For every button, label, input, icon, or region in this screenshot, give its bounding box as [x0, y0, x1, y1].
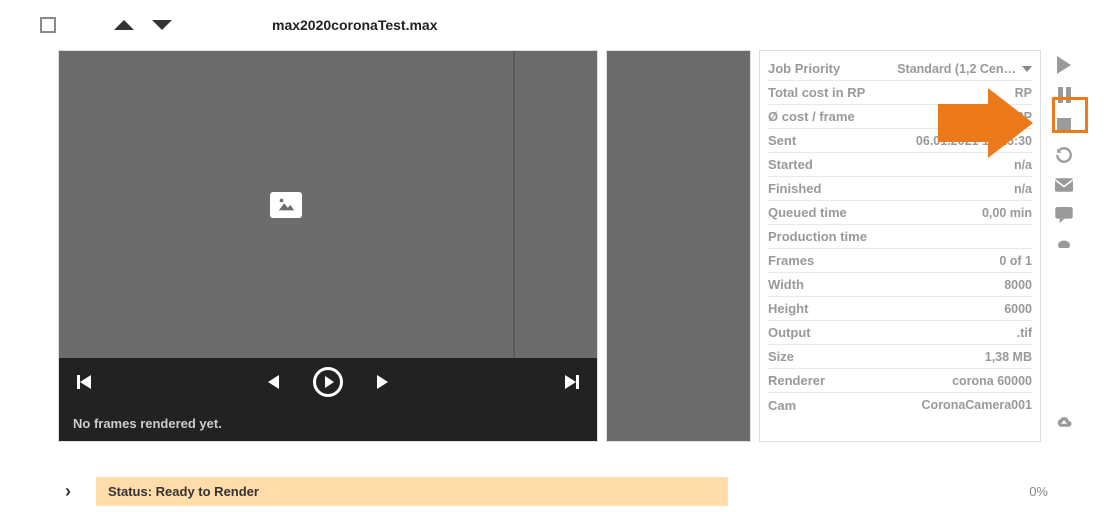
- preview-panel: No frames rendered yet.: [58, 50, 598, 442]
- info-row: Frames 0 of 1: [768, 249, 1032, 273]
- info-label: Height: [768, 301, 808, 316]
- info-row: Height 6000: [768, 297, 1032, 321]
- info-label: Renderer: [768, 373, 825, 388]
- secondary-preview-panel: [606, 50, 751, 442]
- info-row: Job Priority Standard (1,2 Cen…: [768, 57, 1032, 81]
- info-row: Width 8000: [768, 273, 1032, 297]
- info-row: Production time: [768, 225, 1032, 249]
- skip-start-button[interactable]: [77, 375, 91, 389]
- upload-cloud-button[interactable]: [1053, 412, 1075, 434]
- info-value: n/a: [1014, 158, 1032, 172]
- sort-up-icon[interactable]: [114, 20, 134, 30]
- stop-job-button[interactable]: [1053, 114, 1075, 136]
- info-label: Size: [768, 349, 794, 364]
- info-row: Sent 06.01.2021 12:25:30: [768, 129, 1032, 153]
- image-placeholder-icon: [270, 192, 302, 218]
- info-label: Job Priority: [768, 61, 840, 76]
- info-label: Ø cost / frame: [768, 109, 855, 124]
- info-label: Width: [768, 277, 804, 292]
- info-label: Output: [768, 325, 811, 340]
- info-value: 0 of 1: [999, 254, 1032, 268]
- comment-button[interactable]: [1053, 204, 1075, 226]
- preview-status-text: No frames rendered yet.: [59, 406, 597, 441]
- info-label: Finished: [768, 181, 821, 196]
- info-label: Production time: [768, 229, 867, 244]
- job-filename: max2020coronaTest.max: [272, 17, 438, 33]
- expand-chevron-icon[interactable]: ›: [58, 481, 78, 502]
- progress-percent: 0%: [1029, 484, 1058, 499]
- info-row: Started n/a: [768, 153, 1032, 177]
- prev-frame-button[interactable]: [268, 375, 279, 389]
- preview-main-area: [59, 51, 515, 358]
- sort-down-icon[interactable]: [152, 20, 172, 30]
- info-value: 0,00 min: [982, 206, 1032, 220]
- status-banner: Status: Ready to Render: [96, 477, 728, 506]
- preview-thumbnail-strip: [515, 51, 597, 358]
- info-value: 06.01.2021 12:25:30: [916, 134, 1032, 148]
- next-frame-button[interactable]: [377, 375, 388, 389]
- sort-controls: [114, 20, 172, 30]
- info-row: Renderer corona 60000: [768, 369, 1032, 393]
- select-job-checkbox[interactable]: [40, 17, 56, 33]
- info-row: Ø cost / frame RP: [768, 105, 1032, 129]
- info-value: 8000: [1004, 278, 1032, 292]
- info-label: Cam: [768, 398, 796, 413]
- dropdown-chevron-icon[interactable]: [1022, 66, 1032, 72]
- info-value: 1,38 MB: [985, 350, 1032, 364]
- info-label: Started: [768, 157, 813, 172]
- info-row: Total cost in RP RP: [768, 81, 1032, 105]
- job-action-toolbar: [1049, 50, 1079, 442]
- info-label: Queued time: [768, 205, 847, 220]
- pause-job-button[interactable]: [1053, 84, 1075, 106]
- info-label: Frames: [768, 253, 814, 268]
- info-row: Output .tif: [768, 321, 1032, 345]
- info-label: Total cost in RP: [768, 85, 865, 100]
- refresh-button[interactable]: [1053, 144, 1075, 166]
- info-row: Cam CoronaCamera001: [768, 393, 1032, 417]
- info-row: Size 1,38 MB: [768, 345, 1032, 369]
- status-row: › Status: Ready to Render 0%: [58, 477, 1058, 506]
- info-value: n/a: [1014, 182, 1032, 196]
- skip-end-button[interactable]: [565, 375, 579, 389]
- info-value[interactable]: Standard (1,2 Cen…: [897, 62, 1032, 76]
- job-info-panel: Job Priority Standard (1,2 Cen… Total cost…: [759, 50, 1041, 442]
- info-value: 6000: [1004, 302, 1032, 316]
- info-value: corona 60000: [952, 374, 1032, 388]
- info-row: Queued time 0,00 min: [768, 201, 1032, 225]
- player-controls: [59, 358, 597, 406]
- info-value: RP: [1015, 110, 1032, 124]
- play-button[interactable]: [313, 367, 343, 397]
- info-value: CoronaCamera001: [922, 398, 1032, 412]
- mail-button[interactable]: [1053, 174, 1075, 196]
- info-value: .tif: [1017, 326, 1032, 340]
- download-button[interactable]: [1053, 234, 1075, 256]
- job-header: max2020coronaTest.max: [0, 0, 1106, 50]
- info-value: RP: [1015, 86, 1032, 100]
- info-row: Finished n/a: [768, 177, 1032, 201]
- start-job-button[interactable]: [1053, 54, 1075, 76]
- info-label: Sent: [768, 133, 796, 148]
